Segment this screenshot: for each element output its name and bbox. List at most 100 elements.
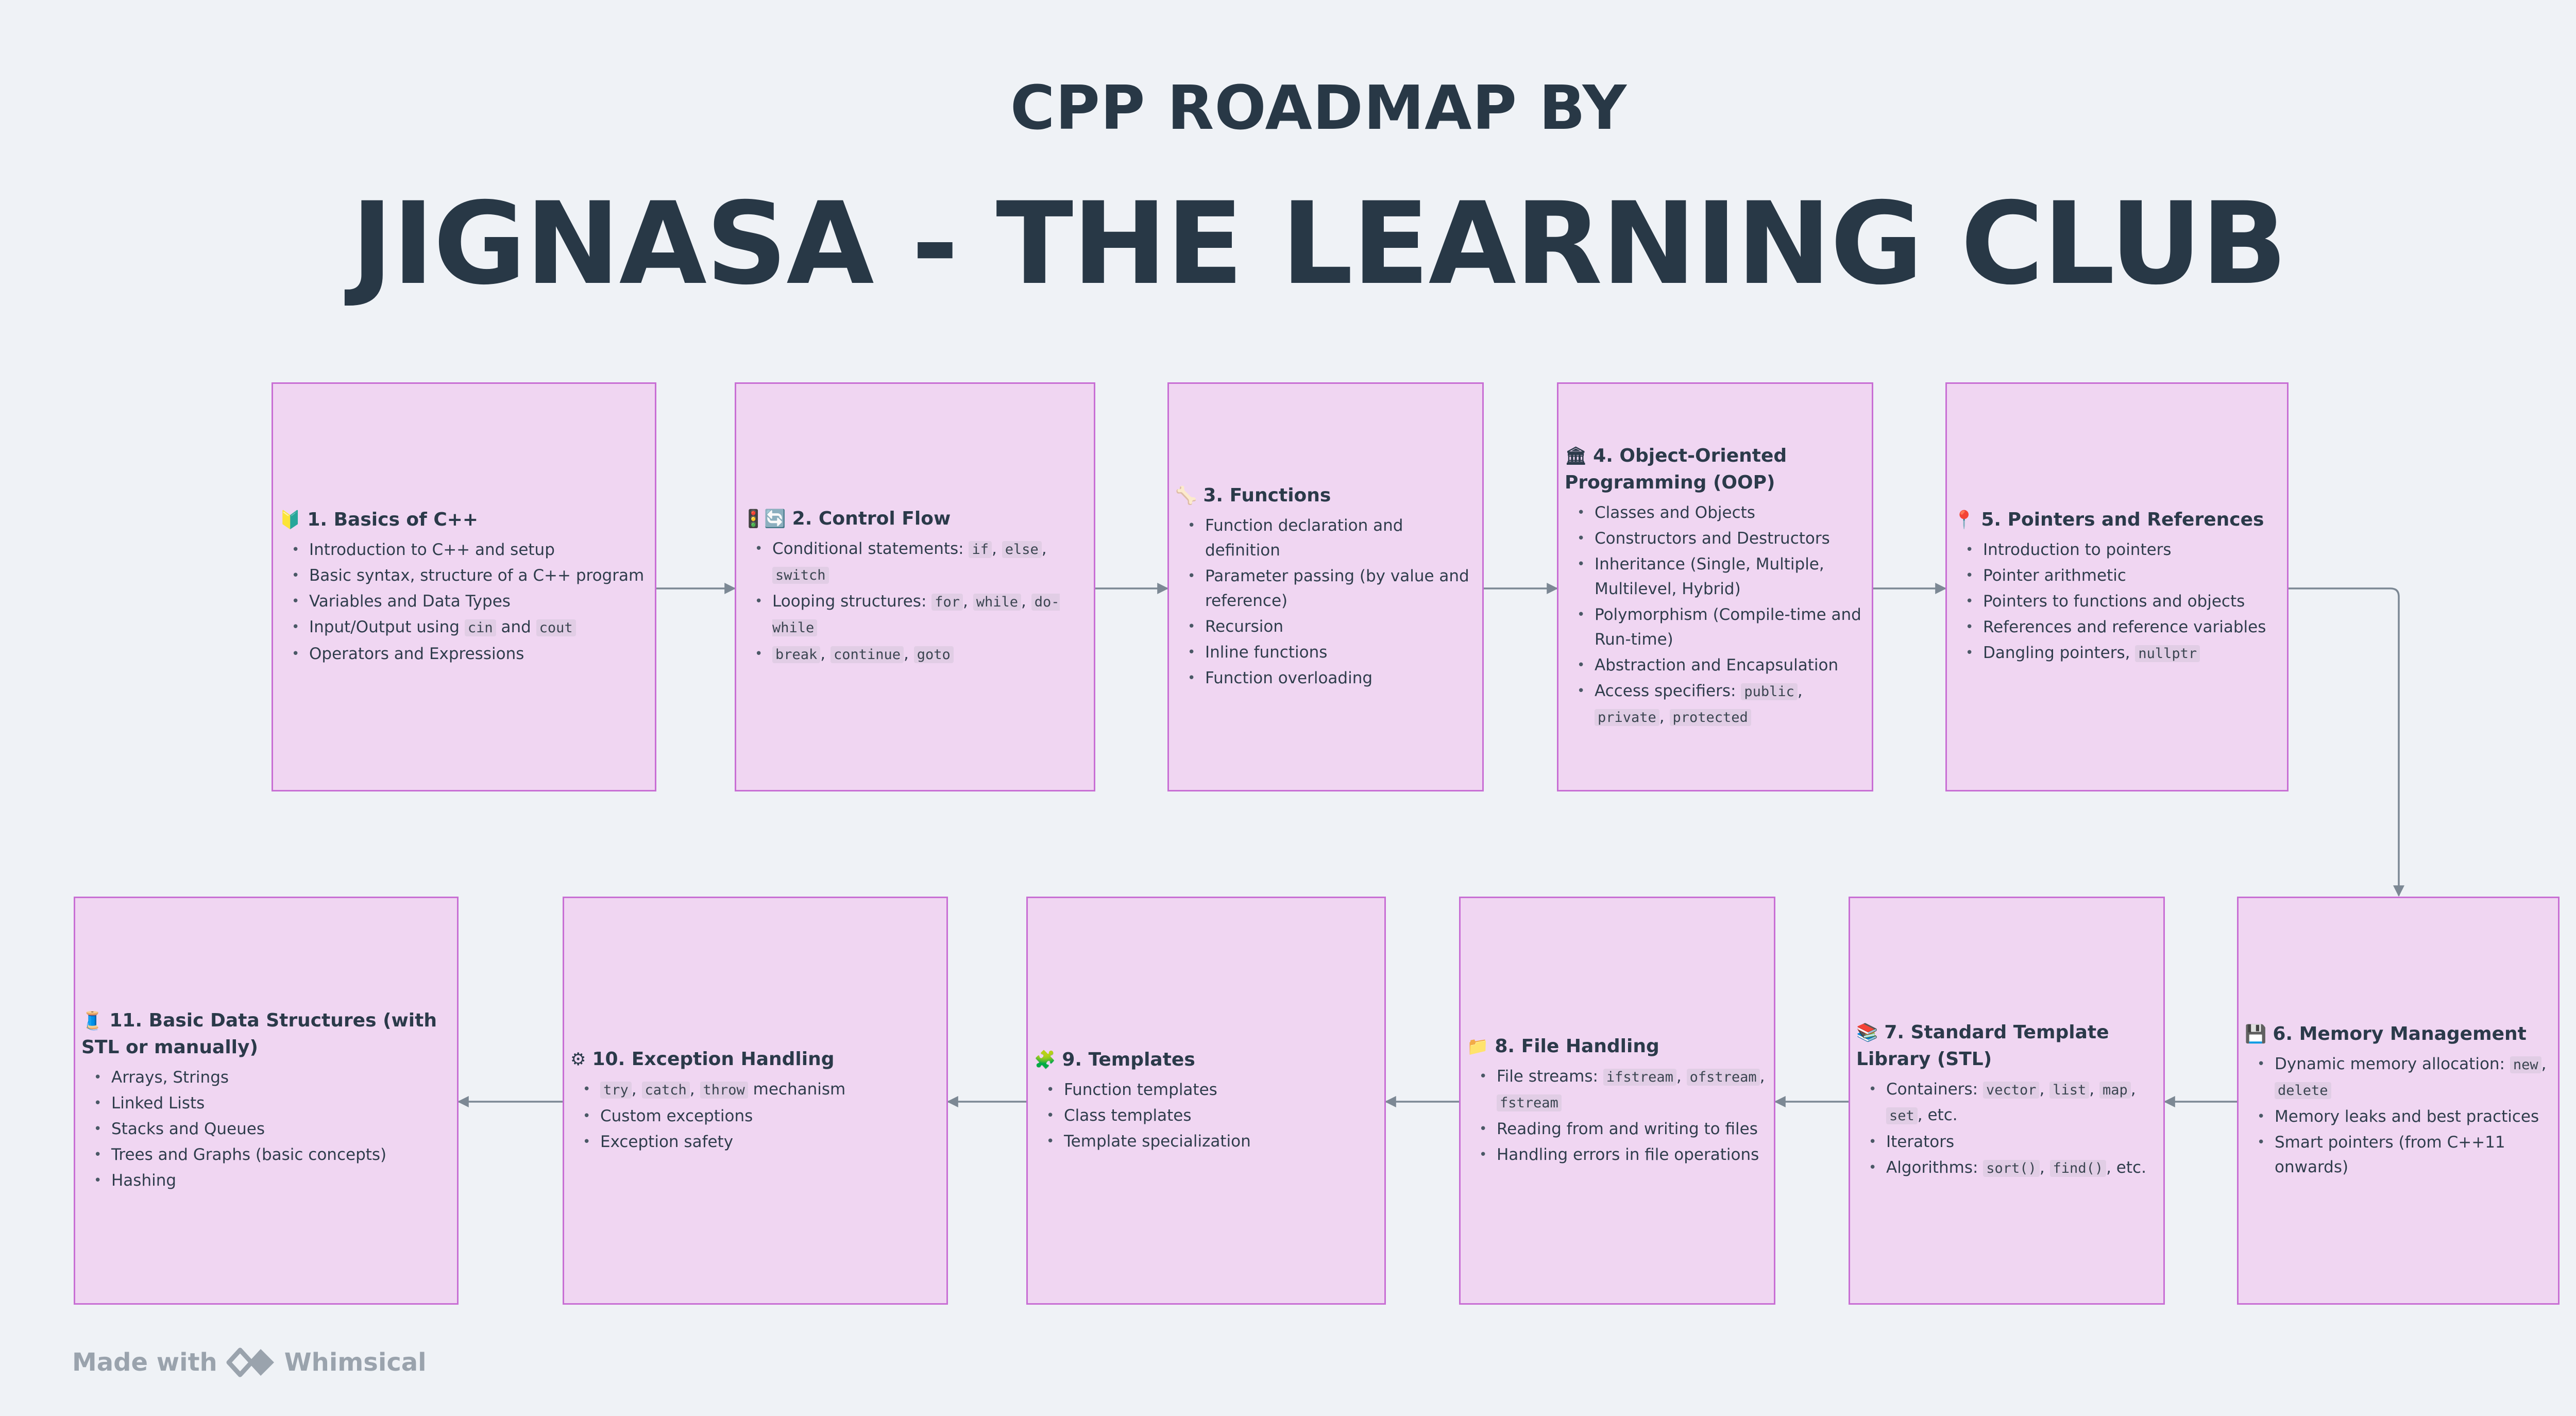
topic-item: Function overloading (1188, 666, 1476, 690)
code-keyword: continue (831, 646, 904, 663)
topic-text: , (2089, 1080, 2099, 1099)
code-keyword: fstream (1497, 1094, 1562, 1111)
code-keyword: while (973, 594, 1022, 611)
code-keyword: else (1002, 541, 1042, 558)
topic-text: Smart pointers (from C++11 onwards) (2275, 1133, 2505, 1176)
topic-text: Classes and Objects (1595, 503, 1755, 522)
thread-spool-icon: 🧵 (81, 1010, 104, 1031)
topic-text: Polymorphism (Compile-time and Run-time) (1595, 605, 1861, 649)
topic-text: Handling errors in file operations (1497, 1145, 1759, 1164)
step-topics-list: Arrays, Strings Linked Lists Stacks and Qu… (81, 1065, 451, 1194)
topic-text: and (496, 618, 536, 636)
topic-text: Reading from and writing to files (1497, 1120, 1758, 1138)
topic-item: Inline functions (1188, 640, 1476, 665)
topic-text: , (1676, 1067, 1687, 1086)
topic-text: , (1021, 592, 1031, 611)
pushpin-icon: 📍 (1953, 510, 1975, 530)
bone-icon: 🦴 (1175, 485, 1197, 506)
topic-item: File streams: ifstream, ofstream, fstrea… (1479, 1064, 1768, 1116)
step-topics-list: Function declaration and definition Param… (1175, 513, 1476, 692)
code-keyword: if (969, 541, 992, 558)
topic-item: References and reference variables (1965, 615, 2281, 639)
step-topics-list: Conditional statements: if, else, switch… (742, 536, 1088, 668)
code-keyword: for (931, 594, 963, 611)
step-box-3[interactable]: 🦴 3. Functions Function declaration and de… (1167, 382, 1484, 791)
topic-text: Class templates (1064, 1106, 1192, 1125)
topic-item: Looping structures: for, while, do-while (755, 589, 1088, 640)
topic-text: Containers: (1886, 1080, 1983, 1099)
made-with-footer[interactable]: Made with Whimsical (72, 1342, 427, 1383)
step-box-11[interactable]: 🧵 11. Basic Data Structures (with STL or … (74, 897, 459, 1305)
code-keyword: delete (2275, 1082, 2331, 1099)
step-title-text: 9. Templates (1062, 1049, 1195, 1070)
code-keyword: find() (2049, 1160, 2107, 1177)
topic-text: , (1797, 682, 1803, 700)
topic-item: Variables and Data Types (292, 589, 649, 614)
topic-item: Algorithms: sort(), find(), etc. (1869, 1155, 2157, 1181)
topic-item: Hashing (94, 1168, 451, 1193)
topic-text: Basic syntax, structure of a C++ program (309, 566, 645, 585)
step-topics-list: Dynamic memory allocation: new, delete Me… (2245, 1052, 2552, 1181)
topic-text: File streams: (1497, 1067, 1603, 1086)
topic-item: Containers: vector, list, map, set, etc. (1869, 1077, 2157, 1128)
topic-text: , (2039, 1080, 2050, 1099)
topic-text: Input/Output using (309, 618, 465, 636)
topic-text: , etc. (1917, 1106, 1958, 1124)
topic-text: Function overloading (1205, 669, 1373, 687)
code-keyword: ifstream (1603, 1069, 1676, 1086)
step-box-2[interactable]: 🚦🔄 2. Control Flow Conditional statements:… (735, 382, 1095, 791)
topic-text: Constructors and Destructors (1595, 529, 1830, 548)
step-title-text: 8. File Handling (1495, 1036, 1659, 1057)
books-icon: 📚 (1856, 1022, 1878, 1043)
topic-item: Reading from and writing to files (1479, 1117, 1768, 1141)
step-box-5[interactable]: 📍 5. Pointers and References Introduction … (1945, 382, 2289, 791)
topic-text: , (631, 1080, 642, 1099)
step-box-9[interactable]: 🧩 9. Templates Function templates Class tem… (1026, 897, 1386, 1305)
topic-item: Introduction to C++ and setup (292, 537, 649, 562)
topic-text: Hashing (111, 1171, 177, 1190)
topic-item: Custom exceptions (583, 1104, 940, 1128)
topic-text: Dynamic memory allocation: (2275, 1055, 2510, 1073)
gear-icon: ⚙ (570, 1049, 586, 1070)
code-keyword: public (1741, 683, 1798, 700)
topic-text: Introduction to C++ and setup (309, 541, 555, 559)
topic-item: Smart pointers (from C++11 onwards) (2257, 1130, 2552, 1179)
code-keyword: cin (464, 619, 496, 636)
step-box-8[interactable]: 📁 8. File Handling File streams: ifstream,… (1459, 897, 1775, 1305)
step-box-4[interactable]: 🏛4. Object-Oriented Programming (OOP)Cla… (1557, 382, 1873, 791)
step-title-text: 5. Pointers and References (1981, 509, 2264, 530)
step-title-text: 2. Control Flow (792, 508, 951, 529)
code-keyword: set (1886, 1107, 1918, 1124)
step-box-7[interactable]: 📚7. Standard Template Library (STL) Conta… (1849, 897, 2165, 1305)
topic-text: , (991, 540, 1002, 558)
code-keyword: protected (1669, 709, 1751, 726)
topic-text: Function templates (1064, 1081, 1217, 1099)
step-title-text: 11. Basic Data Structures (with STL or m… (81, 1010, 437, 1058)
code-keyword: new (2510, 1056, 2541, 1073)
step-box-6[interactable]: 💾 6. Memory Management Dynamic memory allo… (2237, 897, 2560, 1305)
code-keyword: break (772, 646, 821, 663)
folder-icon: 📁 (1467, 1036, 1489, 1057)
beginner-icon: 🔰 (279, 510, 301, 530)
step-topics-list: Introduction to pointers Pointer arithmet… (1953, 537, 2281, 667)
step-title: 🧩 9. Templates (1034, 1047, 1378, 1073)
topic-text: Dangling pointers, (1983, 644, 2136, 662)
topic-item: Memory leaks and best practices (2257, 1104, 2552, 1129)
step-box-1[interactable]: 🔰 1. Basics of C++ Introduction to C++ and… (272, 382, 656, 791)
floppy-disk-icon: 💾 (2245, 1024, 2267, 1044)
code-keyword: private (1595, 709, 1659, 726)
step-box-10[interactable]: ⚙ 10. Exception Handling try, catch, throw… (563, 897, 948, 1305)
code-keyword: sort() (1983, 1160, 2040, 1177)
step-topics-list: try, catch, throw mechanism Custom except… (570, 1077, 940, 1155)
topic-text: , (1759, 1067, 1765, 1086)
topic-item: Function templates (1046, 1077, 1378, 1102)
topic-text: mechanism (748, 1080, 846, 1099)
classical-building-icon: 🏛 (1565, 446, 1587, 466)
step-title-text: 7. Standard Template Library (STL) (1856, 1022, 2109, 1070)
step-title-text: 1. Basics of C++ (307, 509, 479, 530)
code-keyword: list (2049, 1082, 2090, 1099)
step-topics-list: Introduction to C++ and setup Basic synta… (279, 537, 649, 667)
topic-text: Pointers to functions and objects (1983, 592, 2245, 611)
topic-text: Memory leaks and best practices (2275, 1107, 2539, 1126)
code-keyword: nullptr (2135, 645, 2200, 662)
